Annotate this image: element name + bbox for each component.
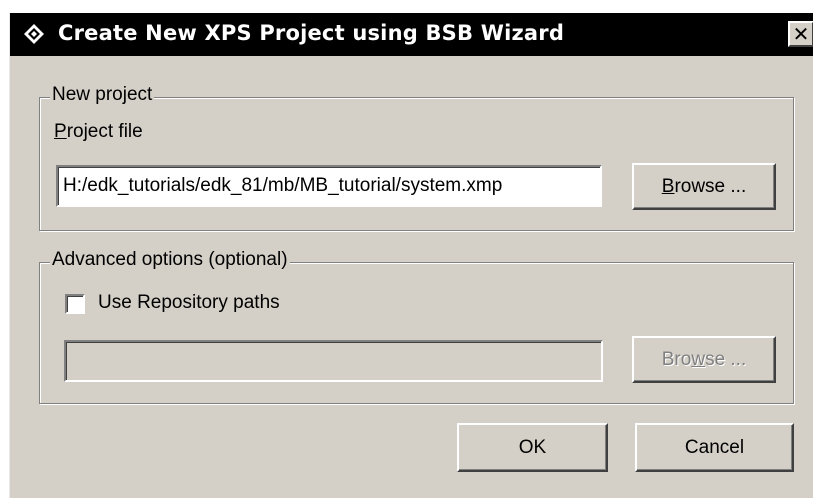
advanced-options-legend: Advanced options (optional) [50, 249, 290, 271]
use-repository-label: Use Repository paths [98, 292, 280, 313]
ok-button[interactable]: OK [457, 423, 608, 472]
title-bar: Create New XPS Project using BSB Wizard … [10, 13, 813, 56]
browse-project-button[interactable]: Browse ... [632, 163, 776, 210]
project-file-label-text: roject file [66, 121, 143, 142]
close-button[interactable]: ✕ [788, 21, 813, 47]
ok-label: OK [518, 436, 547, 458]
use-repository-checkbox[interactable] [65, 294, 85, 314]
browse-repository-mnemonic: w [691, 348, 706, 370]
project-file-value: H:/edk_tutorials/edk_81/mb/MB_tutorial/s… [63, 175, 503, 196]
xps-diamond-icon [23, 23, 45, 45]
project-file-input[interactable]: H:/edk_tutorials/edk_81/mb/MB_tutorial/s… [56, 165, 602, 207]
project-file-label-mnemonic: P [54, 121, 67, 142]
close-icon: ✕ [792, 22, 810, 46]
create-project-dialog: Create New XPS Project using BSB Wizard … [9, 13, 813, 498]
window-title: Create New XPS Project using BSB Wizard [58, 21, 565, 45]
project-file-label: Project file [54, 121, 143, 143]
new-project-legend: New project [50, 84, 155, 106]
browse-repository-label-start: Bro [661, 348, 692, 370]
browse-project-mnemonic: B [661, 175, 675, 197]
browse-repository-button[interactable]: Bro w se ... [632, 336, 776, 383]
cancel-button[interactable]: Cancel [635, 423, 794, 472]
browse-repository-label-end: se ... [705, 348, 747, 370]
cancel-label: Cancel [684, 436, 745, 458]
repository-path-input[interactable] [64, 340, 603, 382]
browse-project-label: rowse ... [674, 175, 747, 197]
